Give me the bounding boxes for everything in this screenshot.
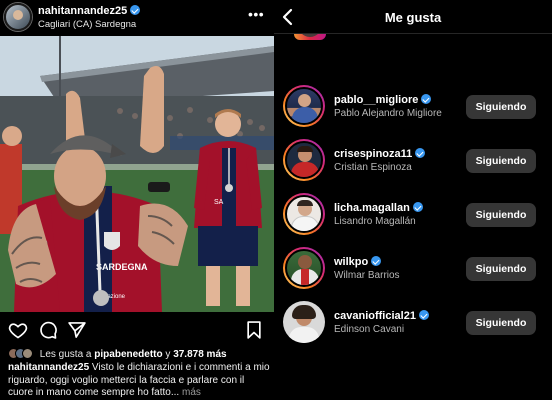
liker-row[interactable]: licha.magallan Lisandro Magallán Siguien… — [274, 191, 552, 237]
likes-panel-header: Me gusta — [274, 0, 552, 34]
user-avatar[interactable] — [283, 85, 325, 127]
send-icon[interactable] — [67, 320, 87, 340]
heart-icon[interactable] — [8, 320, 28, 340]
following-button[interactable]: Siguiendo — [466, 257, 536, 281]
post-author-username[interactable]: nahitannandez25 — [38, 5, 127, 17]
likes-joiner: y — [165, 349, 171, 360]
likes-featured-user[interactable]: pipabenedetto — [94, 349, 162, 360]
following-button[interactable]: Siguiendo — [466, 95, 536, 119]
user-handle[interactable]: cavaniofficial21 — [334, 310, 416, 322]
likes-count[interactable]: 37.878 más — [173, 349, 226, 360]
post-header: nahitannandez25 Cagliari (CA) Sardegna •… — [0, 0, 274, 36]
liker-row[interactable]: pablo__migliore Pablo Alejandro Migliore… — [274, 83, 552, 129]
likes-panel: Me gusta pablo__migliore Pablo Alejandro… — [274, 0, 552, 400]
jersey-sponsor-left: SARDEGNA — [96, 262, 148, 272]
liker-avatar — [22, 348, 33, 359]
likes-summary[interactable]: Les gusta a pipabenedetto y 37.878 más — [8, 348, 227, 360]
caption-username[interactable]: nahitannandez25 — [8, 362, 89, 373]
comment-icon[interactable] — [38, 320, 58, 340]
user-full-name: Wilmar Barrios — [334, 270, 400, 281]
partial-avatar — [294, 34, 326, 40]
post-author-avatar[interactable] — [4, 3, 32, 31]
more-options-icon[interactable]: ••• — [248, 6, 264, 22]
user-handle[interactable]: crisespinoza11 — [334, 148, 412, 160]
verified-badge-icon — [415, 148, 426, 158]
post: nahitannandez25 Cagliari (CA) Sardegna •… — [0, 0, 274, 400]
bookmark-icon[interactable] — [244, 320, 264, 340]
likes-panel-title: Me gusta — [384, 10, 442, 25]
user-avatar[interactable] — [283, 247, 325, 289]
user-handle-row[interactable]: crisespinoza11 — [334, 148, 426, 160]
user-handle-row[interactable]: pablo__migliore — [334, 94, 432, 106]
user-full-name: Cristian Espinoza — [334, 162, 412, 173]
user-full-name: Pablo Alejandro Migliore — [334, 108, 442, 119]
following-button[interactable]: Siguiendo — [466, 149, 536, 173]
verified-badge-icon — [371, 256, 382, 266]
verified-badge-icon — [130, 5, 141, 15]
post-photo-illustration: SA ⚽ SARDEGNA dazione — [0, 36, 274, 312]
likes-prefix: Les gusta a — [39, 349, 92, 360]
liker-row[interactable]: cavaniofficial21 Edinson Cavani Siguiend… — [274, 299, 552, 345]
following-button[interactable]: Siguiendo — [466, 311, 536, 335]
post-photo[interactable]: SA ⚽ SARDEGNA dazione — [0, 36, 274, 312]
user-handle-row[interactable]: licha.magallan — [334, 202, 423, 214]
verified-badge-icon — [418, 310, 429, 320]
user-handle-row[interactable]: cavaniofficial21 — [334, 310, 429, 322]
verified-badge-icon — [412, 202, 423, 212]
caption-more-link[interactable]: más — [182, 387, 201, 398]
user-handle[interactable]: licha.magallan — [334, 202, 410, 214]
post-action-bar — [0, 312, 274, 346]
liker-row[interactable]: crisespinoza11 Cristian Espinoza Siguien… — [274, 137, 552, 183]
user-handle[interactable]: wilkpo — [334, 256, 368, 268]
post-location[interactable]: Cagliari (CA) Sardegna — [38, 19, 136, 30]
post-author-username-row[interactable]: nahitannandez25 — [38, 5, 141, 17]
user-full-name: Lisandro Magallán — [334, 216, 416, 227]
user-avatar[interactable] — [283, 301, 325, 343]
user-handle[interactable]: pablo__migliore — [334, 94, 418, 106]
liker-row[interactable]: wilkpo Wilmar Barrios Siguiendo — [274, 245, 552, 291]
following-button[interactable]: Siguiendo — [466, 203, 536, 227]
user-handle-row[interactable]: wilkpo — [334, 256, 382, 268]
user-avatar[interactable] — [283, 139, 325, 181]
user-full-name: Edinson Cavani — [334, 324, 405, 335]
verified-badge-icon — [421, 94, 432, 104]
user-avatar[interactable] — [283, 193, 325, 235]
post-caption: nahitannandez25 Visto le dichiarazioni e… — [8, 362, 272, 400]
jersey-sponsor-right: SA — [214, 199, 224, 206]
